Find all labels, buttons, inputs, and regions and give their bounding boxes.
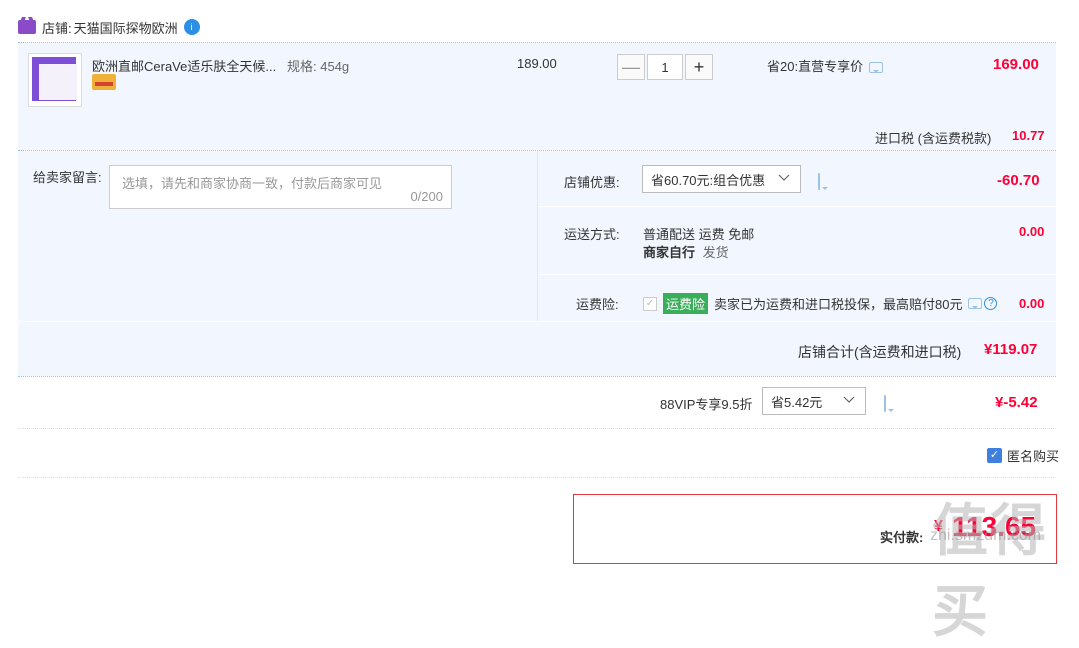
pay-label: 实付款: (880, 530, 924, 545)
row-divider (538, 274, 1056, 275)
vip-selected: 省5.42元 (771, 394, 823, 410)
shipping-delivery: 发货 (702, 245, 729, 260)
help-icon[interactable]: ? (984, 297, 998, 310)
discount-select[interactable]: 省60.70元:组合优惠 (642, 165, 801, 193)
divider (18, 376, 1056, 377)
shop-header: 店铺: 天猫国际探物欧洲 i (18, 14, 200, 40)
row-divider (538, 206, 1056, 207)
chat-icon[interactable]: i (183, 19, 200, 35)
discount-value: -60.70 (997, 172, 1040, 189)
insurance-value: 0.00 (1019, 296, 1045, 311)
message-label: 给卖家留言: (33, 170, 102, 185)
vip-label: 88VIP专享9.5折 (660, 397, 753, 412)
product-thumbnail[interactable] (28, 53, 82, 107)
seller-message-input[interactable]: 选填，请先和商家协商一致，付款后商家可见 0/200 (109, 165, 452, 209)
credit-card-icon (92, 74, 116, 90)
comment-icon[interactable] (818, 173, 820, 190)
message-placeholder: 选填，请先和商家协商一致，付款后商家可见 (122, 176, 383, 191)
anonymous-label: 匿名购买 (1007, 449, 1060, 464)
insurance-text: 卖家已为运费和进口税投保，最高赔付80元 (714, 297, 963, 312)
shop-total-value: ¥119.07 (984, 341, 1038, 358)
watermark-url: zhi.smzdm.com (930, 527, 1042, 544)
shipping-line1: 普通配送 运费 免邮 (643, 227, 755, 242)
comment-icon[interactable] (884, 395, 886, 412)
message-counter: 0/200 (410, 189, 443, 204)
import-tax-label: 进口税 (含运费税款) (875, 131, 992, 146)
row-divider (18, 321, 1056, 322)
quantity-stepper[interactable]: — 1 + (617, 54, 713, 80)
shipping-value: 0.00 (1019, 224, 1045, 239)
divider (18, 428, 1056, 429)
divider (18, 477, 1056, 478)
shop-label: 店铺: (42, 20, 72, 36)
decrease-button[interactable]: — (617, 54, 645, 80)
vip-value: ¥-5.42 (995, 394, 1038, 411)
shop-total-label: 店铺合计(含运费和进口税) (798, 344, 962, 360)
column-divider (537, 151, 538, 321)
comment-icon[interactable] (968, 298, 983, 309)
anonymous-option[interactable]: ✓ 匿名购买 (987, 446, 1059, 465)
unit-price: 189.00 (517, 56, 557, 71)
shop-name-link[interactable]: 天猫国际探物欧洲 (74, 18, 178, 37)
shipping-provider: 商家自行 (643, 245, 696, 260)
promo-text: 省20:直营专享价 (767, 59, 864, 74)
insurance-tag: 运费险 (663, 293, 709, 314)
discount-label: 店铺优惠: (564, 175, 620, 190)
discount-selected: 省60.70元:组合优惠 (651, 172, 766, 188)
insurance-checkbox[interactable]: ✓ (643, 296, 657, 311)
tmall-shop-icon (18, 20, 36, 34)
chevron-down-icon (843, 396, 855, 403)
vip-select[interactable]: 省5.42元 (762, 387, 866, 415)
shipping-label: 运送方式: (564, 227, 620, 242)
item-total: 169.00 (993, 56, 1039, 73)
promo-info: 省20:直营专享价 (767, 56, 884, 75)
import-tax-value: 10.77 (1012, 128, 1045, 143)
product-spec: 规格: 454g (287, 59, 350, 74)
insurance-row: ✓ 运费险 卖家已为运费和进口税投保，最高赔付80元 ? (643, 293, 998, 314)
watermark-logo: 值得买 (932, 499, 1048, 643)
anonymous-checkbox[interactable]: ✓ (987, 448, 1002, 463)
shipping-line2: 商家自行 发货 (643, 242, 729, 261)
chevron-down-icon (778, 174, 790, 181)
quantity-input[interactable]: 1 (647, 54, 683, 80)
product-title-link[interactable]: 欧洲直邮CeraVe适乐肤全天候... (92, 56, 276, 75)
increase-button[interactable]: + (685, 54, 713, 80)
comment-icon[interactable] (869, 62, 884, 73)
insurance-label: 运费险: (576, 297, 619, 312)
